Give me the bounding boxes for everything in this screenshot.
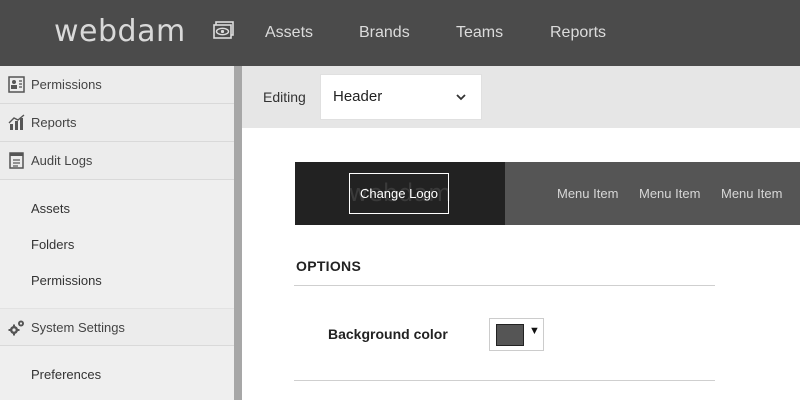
chart-icon bbox=[8, 114, 25, 130]
sidebar-item-reports[interactable]: Reports bbox=[0, 104, 234, 142]
header-preview: webdam Change Logo Menu Item Menu Item M… bbox=[295, 162, 800, 225]
sidebar-item-system-settings[interactable]: System Settings bbox=[0, 308, 234, 346]
permissions-icon bbox=[8, 76, 25, 93]
background-color-picker[interactable]: ▼ bbox=[489, 318, 544, 351]
sidebar-item-permissions[interactable]: Permissions bbox=[0, 66, 234, 104]
sidebar-scrollbar[interactable] bbox=[234, 66, 242, 400]
nav-brands[interactable]: Brands bbox=[359, 0, 410, 66]
audit-log-icon bbox=[9, 152, 24, 169]
sidebar-item-label: Permissions bbox=[31, 77, 102, 92]
options-divider bbox=[294, 285, 715, 286]
editing-select-value: Header bbox=[333, 88, 383, 105]
gears-icon bbox=[8, 320, 24, 336]
sidebar: Permissions Reports Audit Logs Assets Fo… bbox=[0, 66, 234, 400]
audit-sub-folders[interactable]: Folders bbox=[31, 237, 74, 252]
options-divider-bottom bbox=[294, 380, 715, 381]
nav-teams[interactable]: Teams bbox=[456, 0, 503, 66]
preview-menu-item: Menu Item bbox=[557, 186, 619, 201]
change-logo-button[interactable]: Change Logo bbox=[349, 173, 449, 214]
editing-bar: Editing Header bbox=[242, 66, 800, 128]
editing-section-select[interactable]: Header bbox=[320, 74, 482, 120]
sidebar-item-label: Audit Logs bbox=[31, 153, 93, 168]
webdam-logo[interactable]: webdam bbox=[54, 14, 186, 49]
dropdown-arrow-icon: ▼ bbox=[529, 325, 540, 337]
preview-menu-item: Menu Item bbox=[639, 186, 701, 201]
background-color-swatch bbox=[496, 324, 524, 346]
nav-assets[interactable]: Assets bbox=[265, 0, 313, 66]
sidebar-item-label: System Settings bbox=[31, 320, 125, 335]
eye-icon[interactable] bbox=[213, 21, 235, 39]
editing-label: Editing bbox=[263, 89, 306, 105]
options-title: OPTIONS bbox=[296, 258, 362, 274]
sidebar-item-label: Reports bbox=[31, 115, 77, 130]
audit-sub-permissions[interactable]: Permissions bbox=[31, 273, 102, 288]
preview-menu-item: Menu Item bbox=[721, 186, 783, 201]
preview-logo-area: webdam Change Logo bbox=[295, 162, 505, 225]
settings-sub-preferences[interactable]: Preferences bbox=[31, 367, 101, 382]
sidebar-item-audit-logs[interactable]: Audit Logs bbox=[0, 142, 234, 180]
top-navigation-bar: webdam Assets Brands Teams Reports bbox=[0, 0, 800, 66]
chevron-down-icon bbox=[456, 94, 466, 101]
background-color-label: Background color bbox=[328, 326, 448, 342]
nav-reports[interactable]: Reports bbox=[550, 0, 606, 66]
audit-sub-assets[interactable]: Assets bbox=[31, 201, 70, 216]
